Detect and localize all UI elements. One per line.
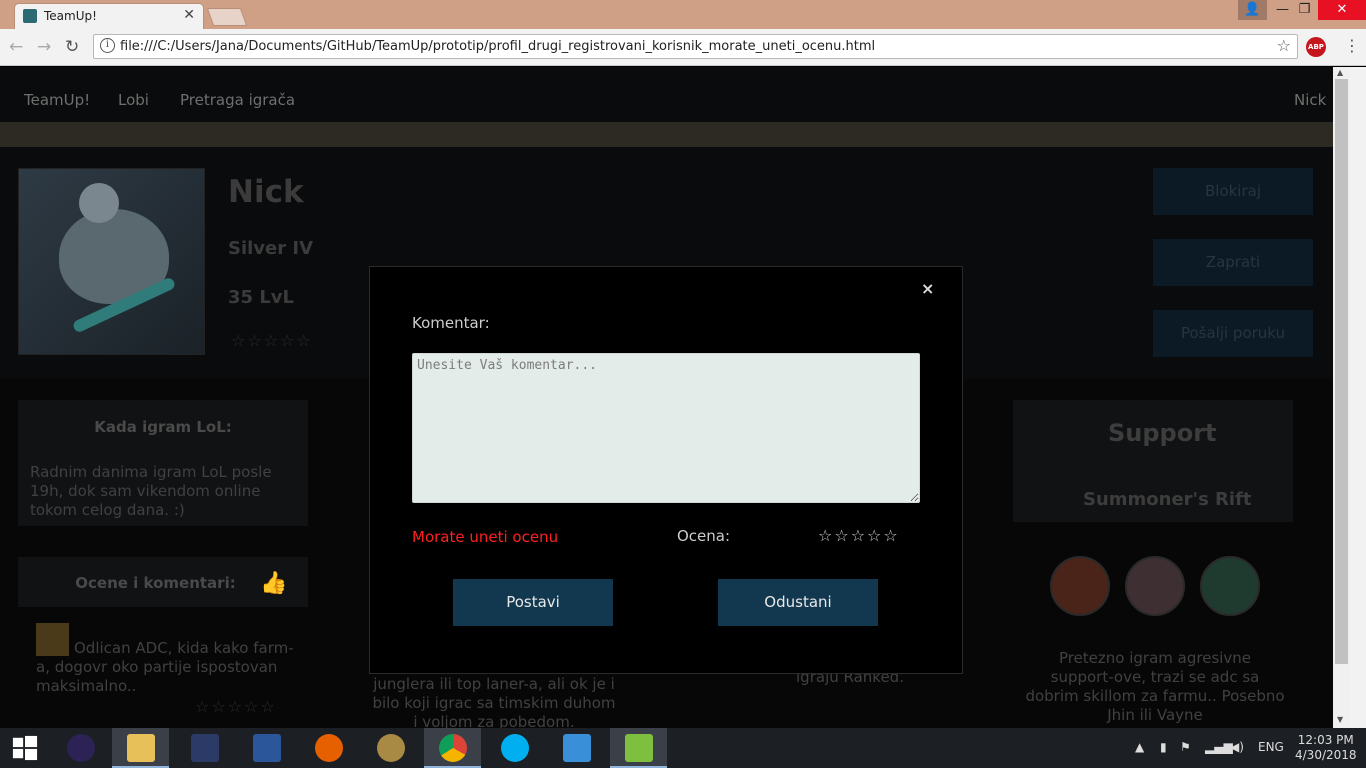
back-arrow-icon[interactable]: ←	[9, 37, 23, 57]
profile-rating-stars: ☆☆☆☆☆	[231, 331, 313, 350]
folder-icon	[127, 734, 155, 762]
taskbar-eclipse[interactable]	[52, 728, 109, 768]
comment-text: Odlican ADC, kida kako farm-a, dogovr ok…	[36, 639, 294, 695]
rating-star-input[interactable]: ☆☆☆☆☆	[818, 526, 900, 545]
profile-level: 35 LvL	[228, 287, 294, 308]
nav-brand-link[interactable]: TeamUp!	[24, 91, 90, 109]
follow-button[interactable]: Zaprati	[1153, 239, 1313, 286]
taskbar-league[interactable]	[362, 728, 419, 768]
tray-chevron-icon[interactable]: ▲	[1135, 740, 1144, 754]
profile-rank: Silver IV	[228, 238, 314, 259]
forward-arrow-icon[interactable]: →	[37, 37, 51, 57]
champion-portrait	[1200, 556, 1260, 616]
firefox-icon	[315, 734, 343, 762]
tab-close-icon[interactable]: ✕	[183, 7, 195, 23]
taskbar-word[interactable]	[238, 728, 295, 768]
media-player-icon	[563, 734, 591, 762]
bookmark-star-icon[interactable]: ☆	[1277, 36, 1291, 55]
champion-portrait	[1050, 556, 1110, 616]
adblock-extension-icon[interactable]: ABP	[1306, 37, 1326, 57]
nav-search-link[interactable]: Pretraga igrača	[180, 91, 295, 109]
schedule-text: Radnim danima igram LoL posle 19h, dok s…	[30, 463, 272, 519]
taskbar-media[interactable]	[548, 728, 605, 768]
taskbar-editor[interactable]	[610, 728, 667, 768]
scrollbar-thumb[interactable]	[1335, 79, 1348, 664]
rating-label: Ocena:	[677, 527, 731, 545]
taskbar-skype[interactable]	[486, 728, 543, 768]
header-banner	[0, 122, 1333, 147]
taskbar-explorer[interactable]	[112, 728, 169, 768]
profile-name: Nick	[228, 174, 304, 210]
nav-user-link[interactable]: Nick	[1294, 91, 1326, 109]
info-icon[interactable]: i	[100, 38, 115, 53]
role-title: Support	[1108, 419, 1217, 447]
comment-rating-stars: ☆☆☆☆☆	[195, 697, 277, 716]
schedule-title: Kada igram LoL:	[94, 418, 232, 436]
address-toolbar: ← → ↻ i file:///C:/Users/Jana/Documents/…	[0, 29, 1366, 66]
browser-tab[interactable]: TeamUp! ✕	[14, 3, 204, 29]
teamup-favicon-icon	[23, 9, 37, 23]
chrome-icon	[439, 734, 467, 762]
tab-title: TeamUp!	[44, 9, 97, 23]
taskbar-chrome[interactable]	[424, 728, 481, 768]
game-icon	[191, 734, 219, 762]
avatar-crest	[79, 183, 119, 223]
middle-text-1: junglera ili top laner-a, ali ok je i bi…	[372, 675, 616, 728]
league-icon	[377, 734, 405, 762]
page-scrollbar[interactable]: ▲ ▼	[1333, 67, 1350, 728]
new-tab-button[interactable]	[206, 8, 248, 26]
eclipse-icon	[67, 734, 95, 762]
notepad-icon	[625, 734, 653, 762]
start-button[interactable]	[0, 728, 57, 768]
windows-taskbar: ▲ ▮ ⚑ ▂▄▆ ◀) ENG 12:03 PM 4/30/2018	[0, 728, 1366, 768]
browser-tab-bar: TeamUp! ✕ 👤 — ❐ ✕	[0, 0, 1366, 29]
send-message-button[interactable]: Pošalji poruku	[1153, 310, 1313, 357]
word-icon	[253, 734, 281, 762]
block-button[interactable]: Blokiraj	[1153, 168, 1313, 215]
window-close-icon[interactable]: ✕	[1318, 0, 1366, 20]
url-text[interactable]: file:///C:/Users/Jana/Documents/GitHub/T…	[120, 39, 875, 54]
battery-icon[interactable]: ▮	[1160, 740, 1167, 754]
user-profile-icon[interactable]: 👤	[1238, 0, 1267, 20]
cancel-button[interactable]: Odustani	[718, 579, 878, 626]
reload-icon[interactable]: ↻	[65, 37, 79, 57]
nav-lobby-link[interactable]: Lobi	[118, 91, 149, 109]
clock[interactable]: 12:03 PM 4/30/2018	[1295, 733, 1357, 763]
windows-logo-icon	[12, 735, 38, 761]
modal-close-icon[interactable]: ×	[921, 279, 934, 298]
volume-icon[interactable]: ◀)	[1230, 740, 1244, 754]
browser-menu-icon[interactable]: ⋮	[1344, 36, 1360, 55]
taskbar-game[interactable]	[176, 728, 233, 768]
clock-time: 12:03 PM	[1297, 733, 1354, 747]
flag-icon[interactable]: ⚑	[1180, 740, 1191, 754]
rating-error-message: Morate uneti ocenu	[412, 528, 559, 546]
comment-textarea[interactable]	[412, 353, 920, 503]
network-icon[interactable]: ▂▄▆	[1205, 740, 1233, 754]
submit-button[interactable]: Postavi	[453, 579, 613, 626]
clock-date: 4/30/2018	[1295, 748, 1357, 762]
champion-portrait	[1125, 556, 1185, 616]
profile-avatar	[18, 168, 205, 355]
role-text: Pretezno igram agresivne support-ove, tr…	[1025, 649, 1285, 724]
role-map: Summoner's Rift	[1083, 489, 1252, 510]
window-edge	[1350, 67, 1366, 728]
scroll-up-icon[interactable]: ▲	[1337, 68, 1343, 77]
rating-modal: × Komentar: Morate uneti ocenu Ocena: ☆☆…	[369, 266, 963, 674]
restore-icon[interactable]: ❐	[1290, 0, 1319, 20]
taskbar-firefox[interactable]	[300, 728, 357, 768]
skype-icon	[501, 734, 529, 762]
comment-label: Komentar:	[412, 314, 490, 332]
thumbs-icon[interactable]: 👍	[260, 571, 287, 596]
url-bar[interactable]: i file:///C:/Users/Jana/Documents/GitHub…	[93, 34, 1298, 59]
language-indicator[interactable]: ENG	[1258, 740, 1284, 754]
scroll-down-icon[interactable]: ▼	[1337, 715, 1343, 724]
